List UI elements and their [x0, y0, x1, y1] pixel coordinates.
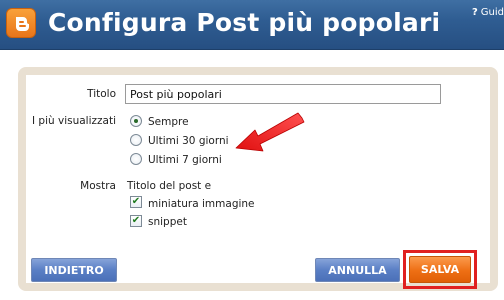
show-text: Titolo del post e [127, 180, 212, 192]
annotation-arrow-icon [235, 112, 305, 152]
radio-last-30-days[interactable] [130, 134, 142, 146]
checkbox-thumbnail-label: miniatura immagine [148, 198, 255, 210]
checkbox-thumbnail[interactable]: ✔ [130, 196, 142, 208]
title-input[interactable] [125, 84, 441, 104]
cancel-button[interactable]: ANNULLA [315, 258, 400, 282]
back-button[interactable]: INDIETRO [31, 258, 117, 282]
show-label: Mostra [80, 180, 116, 192]
radio-last-30-days-label: Ultimi 30 giorni [148, 135, 229, 147]
title-label: Titolo [87, 88, 116, 100]
most-viewed-label: I più visualizzati [31, 115, 116, 127]
checkbox-snippet[interactable]: ✔ [130, 215, 142, 227]
page-title: Configura Post più popolari [48, 8, 441, 37]
help-label: Guid [480, 7, 504, 18]
save-button[interactable]: SALVA [409, 256, 471, 283]
radio-last-7-days-label: Ultimi 7 giorni [148, 154, 222, 166]
radio-always-label: Sempre [148, 116, 189, 128]
checkbox-snippet-label: snippet [148, 216, 187, 228]
question-icon: ? [471, 7, 478, 18]
radio-last-7-days[interactable] [130, 153, 142, 165]
blogger-logo-icon [6, 8, 36, 38]
help-link[interactable]: ? Guid [472, 7, 504, 18]
radio-always[interactable] [130, 115, 142, 127]
header-bar: Configura Post più popolari ? Guid [0, 0, 504, 50]
